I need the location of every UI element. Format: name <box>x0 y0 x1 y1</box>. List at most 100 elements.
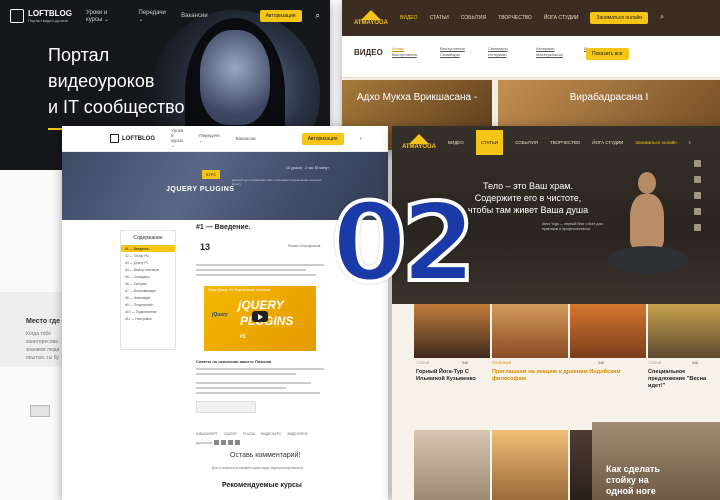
vk-icon[interactable] <box>694 192 701 199</box>
loftblog-logo[interactable]: LOFTBLOG Портал видео-уроков <box>10 9 72 23</box>
nav-item-video[interactable]: ВИДЕО <box>400 15 418 21</box>
nav-item-creativity[interactable]: ТВОРЧЕСТВО <box>498 15 532 21</box>
course-stats: 16 уроков · 2 час 35 минут <box>286 166 329 170</box>
toc-item[interactable]: #2 — Обзор Plu... <box>121 252 175 259</box>
section-text: Когда тебе заинтересова знанием люди опы… <box>26 331 60 361</box>
lesson-author[interactable]: Роман Огородников <box>288 244 320 248</box>
atmayoga-logo[interactable]: ATMAYOGA <box>354 10 388 26</box>
tag[interactable]: ВИДЕОКУРС <box>261 432 281 436</box>
lesson-title: #1 — Введение. <box>196 224 251 231</box>
toc-item[interactable]: #11 — Настройки <box>121 315 175 322</box>
section-title: ВИДЕО <box>354 48 383 57</box>
toc-item[interactable]: #9 — Популярные <box>121 301 175 308</box>
video-player[interactable]: Уроки jQuery: #1 Подключение плагинов jQ… <box>204 286 316 351</box>
nav-item-shows[interactable]: Передачи ⌄ <box>199 133 220 144</box>
tag-list: #JAVASCRIPT JQUERY PLUGIN ВИДЕОКУРС ВИДЕ… <box>196 432 308 436</box>
card-title[interactable]: Специальное предложение "Весна идет!" <box>648 369 708 390</box>
nav-item-studios[interactable]: ЙОГА СТУДИИ <box>544 15 579 21</box>
toc-item[interactable]: #8 — Навигация <box>121 294 175 301</box>
filter-link[interactable]: Семинары <box>440 52 484 57</box>
nav-item-courses[interactable]: Уроки и курсы ⌄ <box>171 128 183 149</box>
search-icon[interactable]: ⌕ <box>316 11 320 21</box>
twitter-icon[interactable] <box>228 440 234 445</box>
article-image[interactable] <box>414 430 490 500</box>
comment-heading: Оставь комментарий! <box>230 452 301 459</box>
nav-item-shows[interactable]: Передачи ⌄ <box>139 10 168 23</box>
article-image[interactable] <box>414 304 490 358</box>
article-subheading: Советы по освоению вашего Плагина <box>196 359 272 364</box>
toc-item[interactable]: #5 — Слайдеры <box>121 273 175 280</box>
tag[interactable]: ВИДЕОУРОК <box>287 432 307 436</box>
loftblog-nav: LOFTBLOG Уроки и курсы ⌄ Передачи ⌄ Вака… <box>62 126 388 152</box>
toc-item[interactable]: #3 — jQuery Pl... <box>121 259 175 266</box>
online-link[interactable]: Заниматься онлайн <box>635 140 676 145</box>
logo-mark-icon <box>110 134 119 143</box>
filter-link[interactable]: Выступления <box>392 52 436 57</box>
nav-item-vacancies[interactable]: Вакансии <box>236 136 256 141</box>
article-image[interactable] <box>648 304 720 358</box>
nav-item-studios[interactable]: ЙОГА СТУДИИ <box>592 140 623 145</box>
atmayoga-logo[interactable]: ATMAYOGA <box>402 134 436 150</box>
facebook-icon[interactable] <box>221 440 227 445</box>
number-badge: 02 <box>330 180 478 306</box>
search-icon[interactable]: ⌕ <box>660 14 664 22</box>
lesson-date: 13 <box>200 242 211 252</box>
twitter-icon[interactable] <box>694 176 701 183</box>
loftblog-nav: LOFTBLOG Портал видео-уроков Уроки и курс… <box>0 0 330 32</box>
featured-article[interactable]: Как сделать стойку на одной ноге <box>592 422 720 500</box>
instagram-icon[interactable] <box>694 224 701 231</box>
atmayoga-nav: ATMAYOGA ВИДЕО СТАТЬИ СОБЫТИЯ ТВОРЧЕСТВО… <box>342 0 720 36</box>
nav-item-vacancies[interactable]: Вакансии <box>181 13 207 19</box>
filter-link[interactable]: Семинары <box>488 46 532 51</box>
play-icon[interactable] <box>252 311 268 322</box>
toc-item[interactable]: #7 — Всплывающие <box>121 287 175 294</box>
filter-link[interactable]: Выступления <box>440 46 484 51</box>
filter-link[interactable]: Асаны <box>392 46 436 51</box>
tag[interactable]: PLUGIN <box>243 432 255 436</box>
view-count: 348 <box>598 361 604 365</box>
article-image[interactable] <box>570 304 646 358</box>
card-category: СТАТЬЯ <box>648 361 662 365</box>
facebook-icon[interactable] <box>694 160 701 167</box>
article-image[interactable] <box>492 430 568 500</box>
show-all-button[interactable]: Показать все <box>586 48 629 60</box>
nav-item-creativity[interactable]: ТВОРЧЕСТВО <box>550 140 580 145</box>
card-title[interactable]: Приглашаем на лекцию к древним Индийским… <box>492 369 624 383</box>
laptop-icon <box>30 405 50 417</box>
course-badge: КУРС <box>202 170 221 179</box>
hero-title: Портал видеоуроков и IT сообщество <box>48 45 185 117</box>
online-button[interactable]: Заниматься онлайн <box>590 12 649 24</box>
logo-triangle-icon <box>361 10 381 20</box>
toc-item[interactable]: #6 — Галереи <box>121 280 175 287</box>
tag[interactable]: JQUERY <box>224 432 237 436</box>
toc-item[interactable]: #10 — Подключение <box>121 308 175 315</box>
auth-button[interactable]: Авторизация <box>301 132 344 145</box>
toc-item[interactable]: #1 — Введение. <box>121 245 175 252</box>
loftblog-logo[interactable]: LOFTBLOG <box>110 134 155 143</box>
section-title: Место где <box>26 318 61 325</box>
article-image[interactable] <box>492 304 568 358</box>
nav-item-events[interactable]: СОБЫТИЯ <box>515 140 538 145</box>
nav-item-video[interactable]: ВИДЕО <box>448 140 464 145</box>
tag[interactable]: #JAVASCRIPT <box>196 432 218 436</box>
youtube-icon[interactable] <box>694 208 701 215</box>
nav-item-events[interactable]: СОБЫТИЯ <box>461 15 486 21</box>
login-prompt[interactable]: Для оставления комментария надо зарегист… <box>212 466 303 470</box>
filter-link[interactable]: Мастерклассы <box>536 52 580 57</box>
view-count: 548 <box>462 361 468 365</box>
search-icon[interactable]: ⌕ <box>360 136 363 141</box>
social-links <box>694 160 701 231</box>
nav-item-articles[interactable]: СТАТЬИ <box>475 129 504 155</box>
auth-button[interactable]: Авторизация <box>259 10 302 22</box>
toc-item[interactable]: #4 — Выбор плагинов <box>121 266 175 273</box>
google-plus-icon[interactable] <box>235 440 241 445</box>
nav-item-courses[interactable]: Уроки и курсы ⌄ <box>86 10 125 23</box>
filter-link[interactable]: Интервью <box>536 46 580 51</box>
card-title[interactable]: Горный Йога-Тур С Ильминой Кузьменко <box>416 369 492 383</box>
table-of-contents: Содержание #1 — Введение. #2 — Обзор Plu… <box>120 230 176 350</box>
jquery-logo: jQuery <box>212 312 228 318</box>
nav-item-articles[interactable]: СТАТЬИ <box>430 15 449 21</box>
filter-link[interactable]: Интервью <box>488 52 532 57</box>
vk-icon[interactable] <box>214 440 220 445</box>
search-icon[interactable]: ⌕ <box>689 140 692 145</box>
